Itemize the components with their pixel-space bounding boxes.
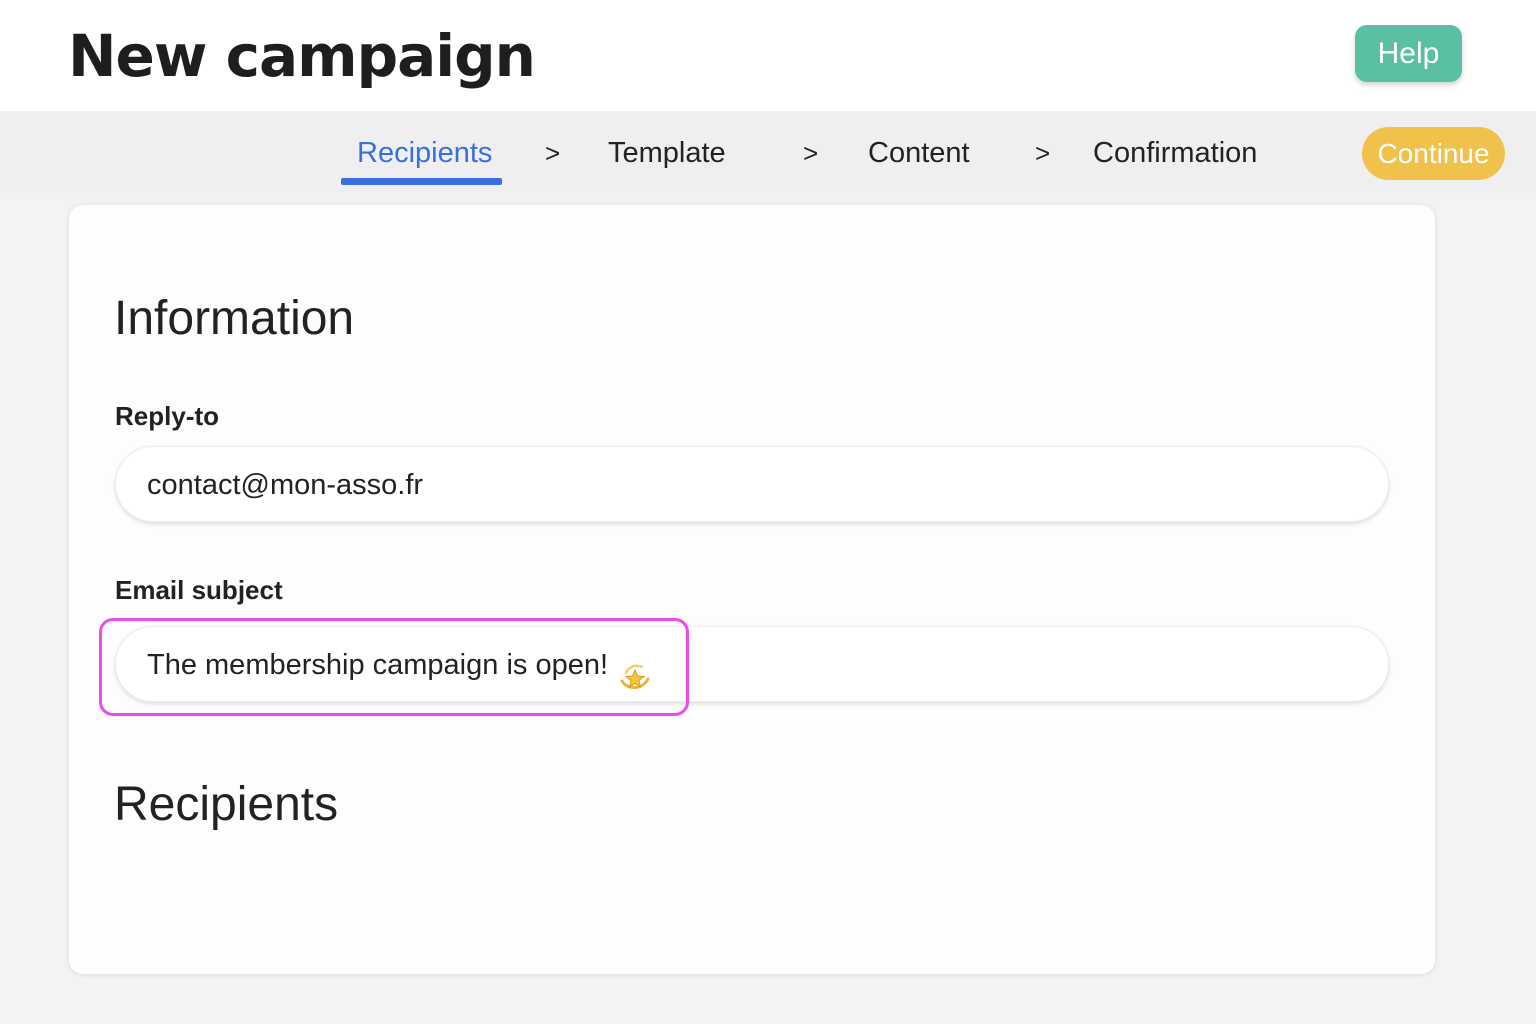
step-separator: > xyxy=(545,138,561,168)
help-button[interactable]: Help xyxy=(1355,25,1462,82)
campaign-form-card: Information Reply-to contact@mon-asso.fr… xyxy=(69,205,1435,974)
email-subject-field[interactable]: The membership campaign is open! xyxy=(115,626,1389,702)
page-header: New campaign Help xyxy=(0,0,1536,111)
email-subject-value-wrap: The membership campaign is open! xyxy=(147,627,652,703)
step-separator: > xyxy=(803,138,819,168)
recipients-heading: Recipients xyxy=(114,778,339,831)
step-confirmation[interactable]: Confirmation xyxy=(1093,111,1257,193)
step-separator: > xyxy=(1035,138,1051,168)
dizzy-star-icon xyxy=(618,646,652,690)
active-step-underline xyxy=(341,178,502,185)
step-template[interactable]: Template xyxy=(608,111,726,193)
continue-button[interactable]: Continue xyxy=(1362,127,1505,180)
campaign-stepper: Recipients > Template > Content > Confir… xyxy=(0,111,1536,193)
information-heading: Information xyxy=(114,292,355,345)
reply-to-field[interactable]: contact@mon-asso.fr xyxy=(115,446,1389,522)
page-title: New campaign xyxy=(68,22,536,90)
email-subject-value: The membership campaign is open! xyxy=(147,649,609,681)
reply-to-label: Reply-to xyxy=(115,401,219,431)
step-content[interactable]: Content xyxy=(868,111,970,193)
reply-to-value: contact@mon-asso.fr xyxy=(147,469,424,501)
email-subject-label: Email subject xyxy=(115,575,283,605)
